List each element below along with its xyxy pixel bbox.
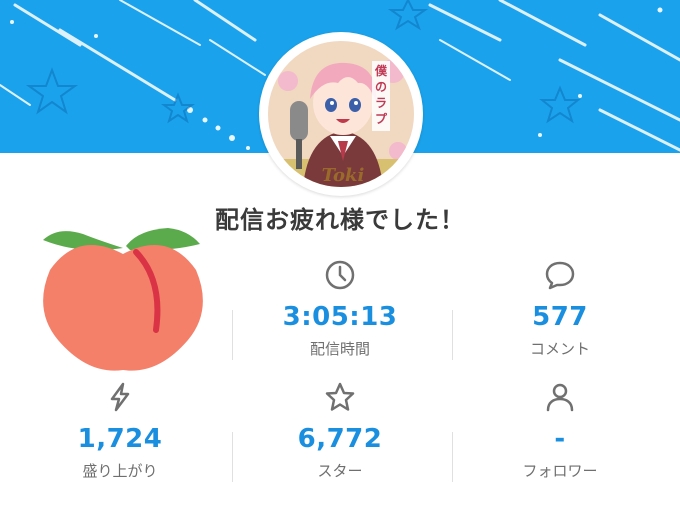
stat-excitement-label: 盛り上がり [82,462,158,480]
stat-comments-value: 577 [532,302,588,332]
star-icon [240,380,440,414]
stat-excitement-value: 1,724 [77,424,163,454]
lightning-icon [20,380,220,414]
clock-icon [240,258,440,292]
person-icon [460,380,660,414]
stat-duration-label: 配信時間 [309,340,370,358]
divider [452,432,453,482]
stat-duration: 3:05:13 配信時間 [240,258,440,359]
stat-followers-label: フォロワー [522,462,598,480]
stat-stars-label: スター [317,462,363,480]
avatar[interactable]: 僕 の ラ プ Toki [259,32,423,196]
avatar-image: 僕 の ラ プ Toki [268,41,414,187]
stat-followers-value: - [554,424,566,454]
stat-excitement: 1,724 盛り上がり [20,380,220,481]
stat-comments-label: コメント [529,340,590,358]
svg-text:プ: プ [375,111,388,126]
stat-stars-value: 6,772 [297,424,383,454]
svg-text:僕: 僕 [374,63,388,78]
divider [452,310,453,360]
svg-text:Toki: Toki [322,165,365,186]
stat-stars: 6,772 スター [240,380,440,481]
peach-image [38,220,208,384]
stat-followers: - フォロワー [460,380,660,481]
divider [232,310,233,360]
svg-text:の: の [375,80,387,94]
svg-text:ラ: ラ [375,96,387,110]
speech-bubble-icon [460,258,660,292]
stat-duration-value: 3:05:13 [282,302,398,332]
stat-comments: 577 コメント [460,258,660,359]
divider [232,432,233,482]
